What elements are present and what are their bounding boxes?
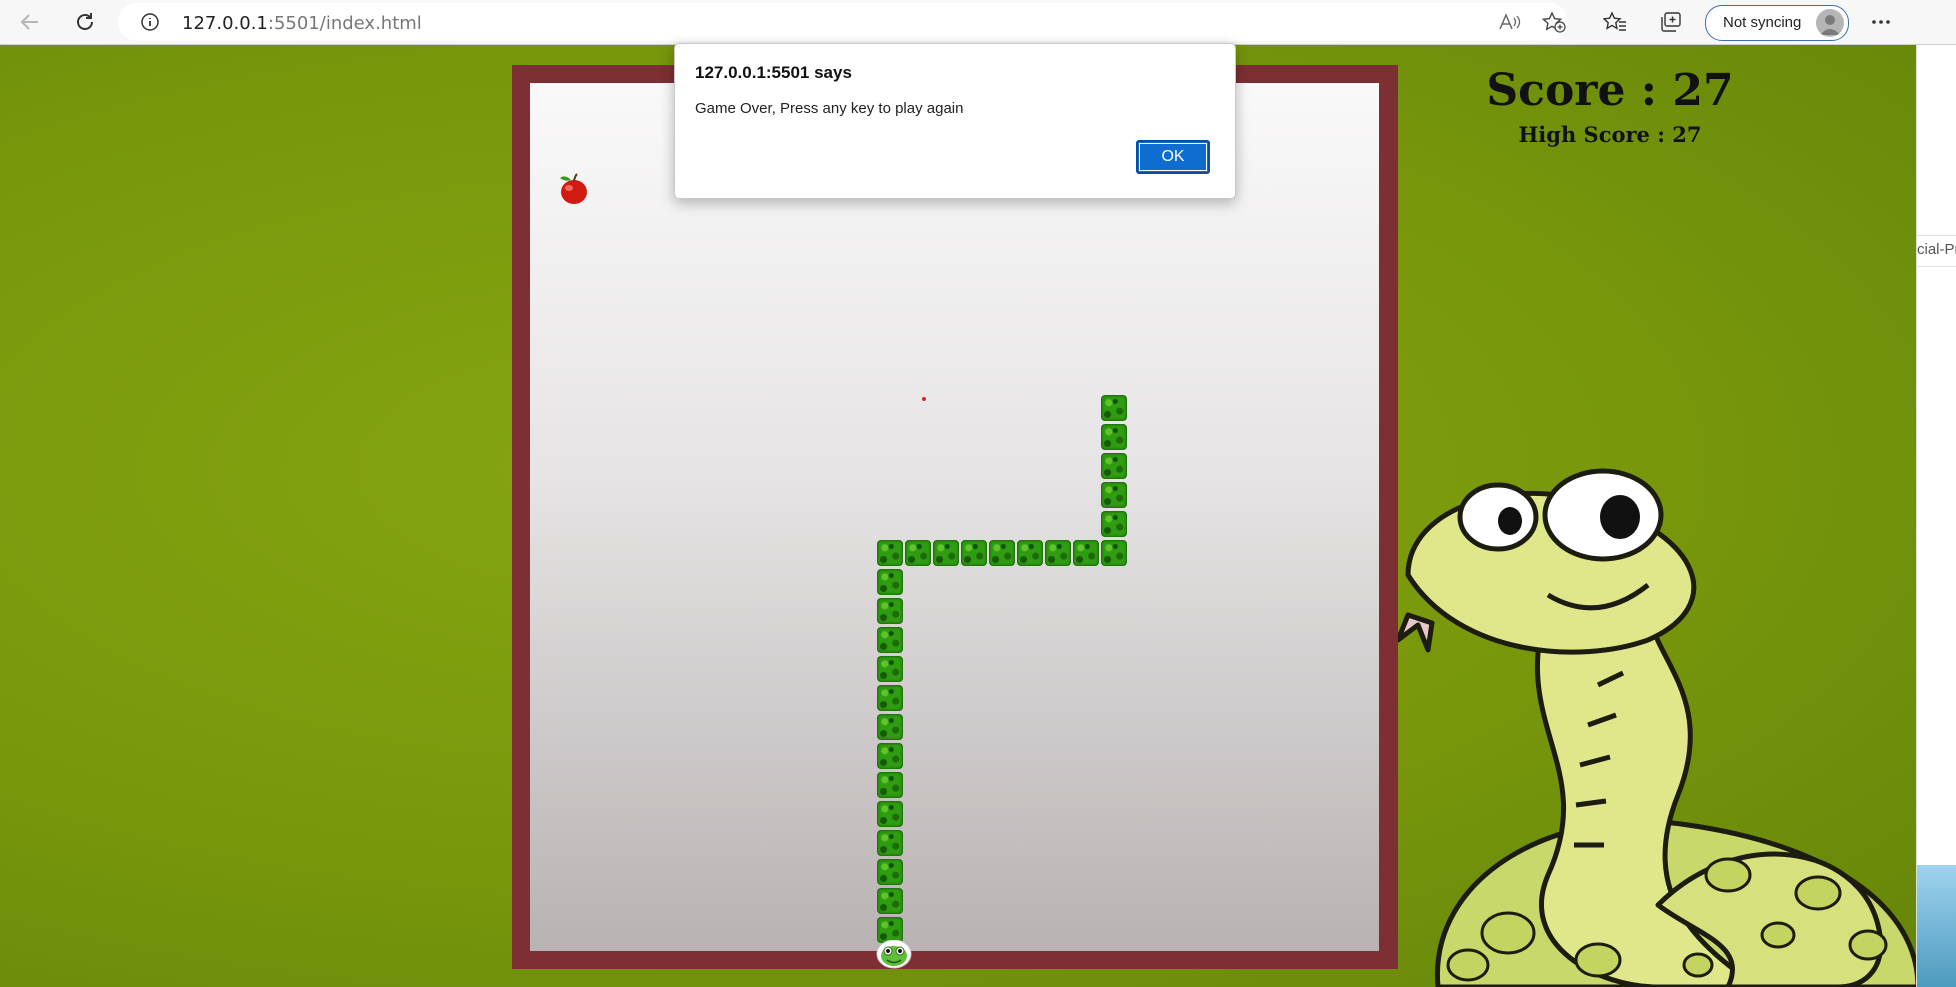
snake-segment [1101,540,1127,566]
snake-segment [877,685,903,711]
game-board-frame [512,65,1398,969]
snake-segment [877,656,903,682]
dialog-title: 127.0.0.1:5501 says [695,63,852,82]
alert-dialog: 127.0.0.1:5501 says Game Over, Press any… [674,43,1236,199]
back-icon[interactable] [15,7,45,37]
snake-segment [877,830,903,856]
snake-segment [1101,395,1127,421]
dialog-message: Game Over, Press any key to play again [695,100,964,117]
snake-segment [877,540,903,566]
snake-segment [877,627,903,653]
read-aloud-icon[interactable] [1498,12,1522,37]
snake-segment [933,540,959,566]
snake-segment [1101,511,1127,537]
snake-segment [877,569,903,595]
score-text: Score : 27 [1486,65,1734,116]
add-favorite-icon[interactable] [1541,11,1566,38]
refresh-icon[interactable] [70,7,100,37]
favorites-icon[interactable] [1600,7,1630,37]
high-score-text: High Score : 27 [1518,122,1702,147]
snake-segment [877,598,903,624]
snake-segment [961,540,987,566]
strip-image [1917,865,1956,987]
red-dot [922,397,926,401]
snake-head-icon [876,940,912,969]
snake-segment [877,714,903,740]
snake-segment [905,540,931,566]
score-panel: Score : 27 High Score : 27 [1470,65,1750,147]
snake-segment [1017,540,1043,566]
snake-segment [1101,482,1127,508]
snake-segment [877,859,903,885]
snake-segment [877,772,903,798]
address-bar[interactable]: 127.0.0.1:5501/index.html [118,3,1568,41]
url-host: 127.0.0.1 [182,13,268,34]
adjacent-window-strip: cial-Pr [1916,45,1956,987]
snake-segment [1101,424,1127,450]
snake-segment [877,888,903,914]
more-icon[interactable] [1866,7,1896,37]
strip-text: cial-Pr [1917,241,1956,258]
apple-food-icon [560,173,587,204]
snake-segment [877,801,903,827]
ok-button[interactable]: OK [1136,140,1210,174]
snake-segment [989,540,1015,566]
collections-icon[interactable] [1656,7,1686,37]
snake-mascot-illustration [1398,468,1916,987]
snake-segment [1101,453,1127,479]
url-path: :5501/index.html [267,13,422,34]
sync-label: Not syncing [1723,14,1802,31]
game-board[interactable] [530,83,1379,969]
site-info-icon[interactable] [140,12,160,37]
url-text: 127.0.0.1:5501/index.html [182,13,422,34]
sync-button[interactable]: Not syncing [1705,5,1849,41]
profile-avatar-icon [1816,9,1844,37]
snake-segment [877,743,903,769]
browser-toolbar: 127.0.0.1:5501/index.html Not syncing [0,0,1956,45]
snake-segment [1073,540,1099,566]
snake-segment [1045,540,1071,566]
